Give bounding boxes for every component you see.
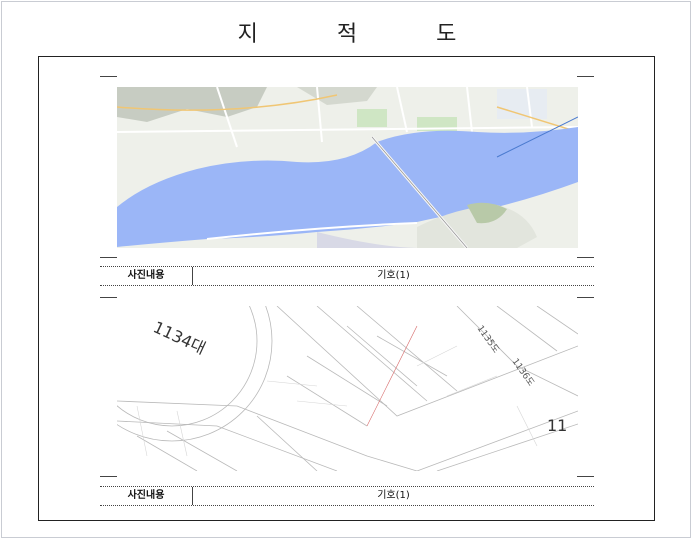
caption-label: 사진내용 bbox=[100, 267, 193, 285]
corner-mark bbox=[100, 257, 117, 258]
cadastral-map-image: 1134대 1135도 1136도 11 bbox=[117, 306, 578, 471]
caption-label: 사진내용 bbox=[100, 487, 193, 505]
corner-mark bbox=[577, 476, 594, 477]
aerial-map-image bbox=[117, 87, 578, 248]
corner-mark bbox=[100, 476, 117, 477]
corner-mark bbox=[577, 257, 594, 258]
caption-value: 기호(1) bbox=[377, 490, 410, 501]
caption-row: 사진내용 기호(1) bbox=[100, 266, 594, 286]
corner-mark bbox=[100, 297, 117, 298]
parcel-label: 11 bbox=[547, 416, 567, 435]
document-title: 지 적 도 bbox=[237, 22, 493, 47]
corner-mark bbox=[577, 76, 594, 77]
caption-row: 사진내용 기호(1) bbox=[100, 486, 594, 506]
corner-mark bbox=[577, 297, 594, 298]
corner-mark bbox=[100, 76, 117, 77]
caption-value: 기호(1) bbox=[377, 270, 410, 281]
